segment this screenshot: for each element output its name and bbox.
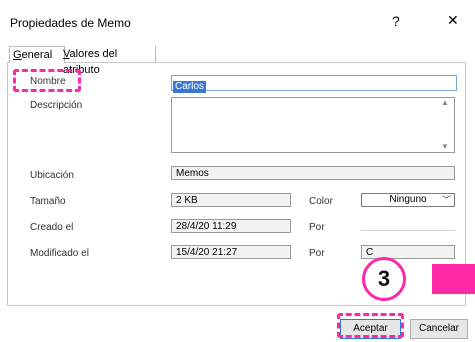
window-title: Propiedades de Memo [10, 16, 131, 30]
color-label: Color [309, 196, 333, 207]
created-by-label: Por [309, 222, 325, 233]
size-field: 2 KB [171, 193, 291, 207]
tab-general-accel: G [13, 49, 22, 61]
scroll-down-icon[interactable]: ▼ [441, 142, 449, 151]
modified-field: 15/4/20 21:27 [171, 245, 291, 259]
close-icon[interactable]: ✕ [447, 12, 459, 29]
name-highlight-box [13, 69, 81, 92]
size-label: Tamaño [30, 196, 66, 207]
color-select[interactable]: Ninguno [361, 193, 455, 207]
step-badge: 3 [362, 257, 406, 301]
modified-label: Modificado el [30, 248, 89, 259]
modified-by-field: C [361, 245, 455, 259]
location-field: Memos [171, 166, 455, 180]
name-field[interactable]: Carlos [171, 75, 457, 93]
cancel-button[interactable]: Cancelar [410, 319, 468, 339]
location-label: Ubicación [30, 170, 74, 181]
created-label: Creado el [30, 222, 74, 233]
scroll-up-icon[interactable]: ▲ [441, 98, 449, 107]
description-label: Descripción [30, 100, 83, 111]
step-marker [432, 264, 475, 294]
name-value: Carlos [173, 81, 206, 93]
tab-valores-del-atributo[interactable]: Valores del atributo [60, 46, 156, 76]
description-field[interactable] [171, 97, 455, 153]
modified-by-label: Por [309, 248, 325, 259]
help-button[interactable]: ? [392, 13, 400, 29]
tab-general[interactable]: General [9, 46, 65, 63]
accept-highlight-box [337, 313, 404, 338]
tab-general-label: eneral [21, 49, 53, 61]
created-field: 28/4/20 11:29 [171, 219, 291, 233]
chevron-down-icon[interactable]: ﹀ [442, 193, 451, 206]
created-by-line [361, 230, 455, 231]
